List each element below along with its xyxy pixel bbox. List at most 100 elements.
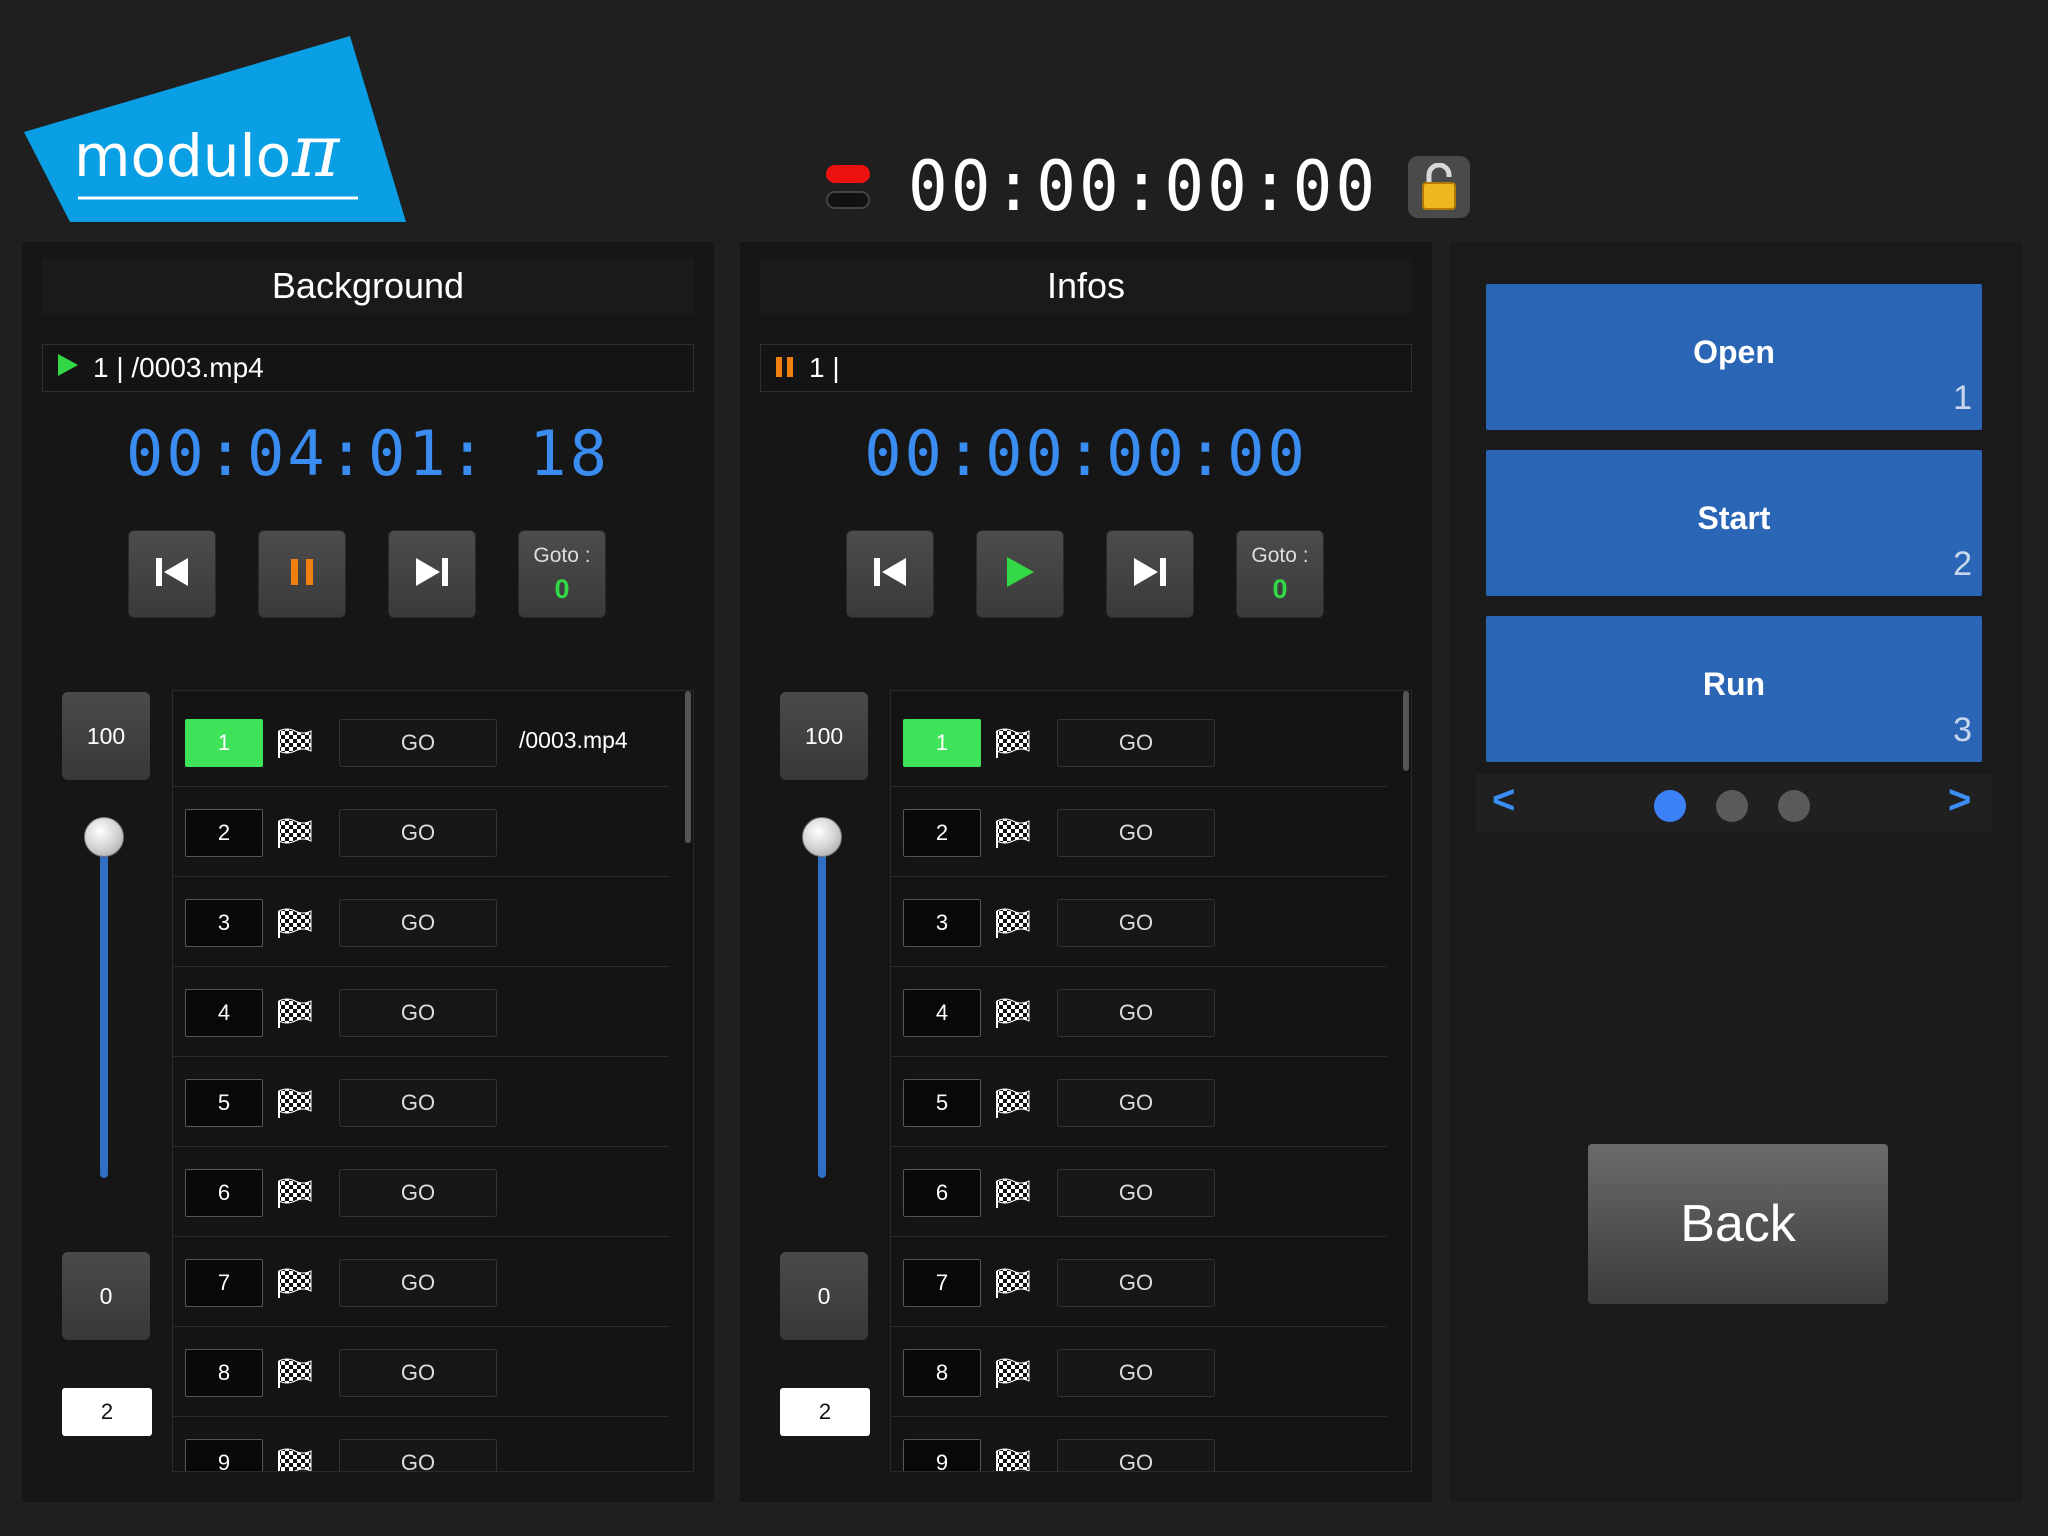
checkered-flag-icon [277,727,313,759]
global-timecode-bar: 00:00:00:00 [826,146,1471,227]
go-button[interactable]: GO [1057,1079,1215,1127]
checkered-flag-icon [277,997,313,1029]
cue-row: 9 GO [173,1417,669,1471]
go-button[interactable]: GO [339,899,497,947]
action-number: 3 [1953,711,1972,749]
go-button[interactable]: GO [1057,899,1215,947]
cue-list: 1 GO /0003.mp4 2 GO 3 GO 4 GO 5 GO 6 GO … [172,690,694,1472]
volume-max-button[interactable]: 100 [780,692,868,780]
cue-row: 3 GO [173,877,669,967]
volume-slider-handle[interactable] [84,817,124,857]
cue-number-button[interactable]: 5 [185,1079,263,1127]
cue-number-button[interactable]: 8 [185,1349,263,1397]
cue-row: 9 GO [891,1417,1387,1471]
back-button[interactable]: Back [1588,1144,1888,1304]
checkered-flag-icon [995,1177,1031,1209]
cue-number-button[interactable]: 5 [903,1079,981,1127]
cue-row: 1 GO /0003.mp4 [173,697,669,787]
go-button[interactable]: GO [339,1349,497,1397]
cue-list-scrollbar[interactable] [1403,691,1409,771]
cue-number-button[interactable]: 6 [903,1169,981,1217]
go-button[interactable]: GO [1057,1169,1215,1217]
unlocked-padlock-icon[interactable] [1408,156,1471,218]
action-button-run[interactable]: Run 3 [1486,616,1982,762]
cue-row: 5 GO [173,1057,669,1147]
checkered-flag-icon [277,1177,313,1209]
go-button[interactable]: GO [339,1439,497,1471]
go-button[interactable]: GO [1057,719,1215,767]
pause-button[interactable] [258,530,346,618]
go-button[interactable]: GO [339,1259,497,1307]
cue-number-button[interactable]: 9 [185,1439,263,1471]
cue-number-button[interactable]: 1 [903,719,981,767]
go-button[interactable]: GO [339,989,497,1037]
action-label: Run [1702,666,1766,702]
page-dot-3[interactable] [1778,790,1810,822]
skip-previous-icon [872,556,908,593]
panel-title: Background [42,258,694,314]
action-number: 1 [1953,379,1972,417]
action-label: Open [1693,334,1775,370]
checkered-flag-icon [277,817,313,849]
volume-min-button[interactable]: 0 [62,1252,150,1340]
global-timecode: 00:00:00:00 [908,146,1379,227]
skip-next-icon [1132,556,1168,593]
panel-title: Infos [760,258,1412,314]
go-button[interactable]: GO [1057,809,1215,857]
cue-row: 3 GO [891,877,1387,967]
volume-slider-handle[interactable] [802,817,842,857]
cue-number-button[interactable]: 1 [185,719,263,767]
go-button[interactable]: GO [339,719,497,767]
cue-row: 7 GO [891,1237,1387,1327]
volume-slider-track[interactable] [818,832,826,1178]
layer-panel-background: Background 1 | /0003.mp4 00:04:01: 18 Go… [22,242,714,1502]
cue-number-button[interactable]: 2 [903,809,981,857]
goto-button[interactable]: Goto : 0 [518,530,606,618]
cue-number-button[interactable]: 8 [903,1349,981,1397]
play-icon [57,352,79,384]
cue-number-button[interactable]: 7 [185,1259,263,1307]
page-dot-1[interactable] [1654,790,1686,822]
previous-page-button[interactable]: < [1492,778,1515,823]
cue-number-button[interactable]: 3 [903,899,981,947]
action-button-start[interactable]: Start 2 [1486,450,1982,596]
cue-row: 5 GO [891,1057,1387,1147]
cue-number-button[interactable]: 3 [185,899,263,947]
go-button[interactable]: GO [1057,1439,1215,1471]
next-page-button[interactable]: > [1948,778,1971,823]
pause-icon [775,352,795,384]
next-button[interactable] [1106,530,1194,618]
layer-number-field[interactable]: 2 [780,1388,870,1436]
goto-button[interactable]: Goto : 0 [1236,530,1324,618]
page-dot-2[interactable] [1716,790,1748,822]
cue-row: 8 GO [891,1327,1387,1417]
go-button[interactable]: GO [1057,1349,1215,1397]
play-button[interactable] [976,530,1064,618]
previous-button[interactable] [846,530,934,618]
go-button[interactable]: GO [1057,989,1215,1037]
cue-list-scrollbar[interactable] [685,691,691,843]
layer-number-field[interactable]: 2 [62,1388,152,1436]
checkered-flag-icon [995,907,1031,939]
cue-row: 6 GO [891,1147,1387,1237]
volume-slider-track[interactable] [100,832,108,1178]
cue-number-button[interactable]: 4 [185,989,263,1037]
volume-max-button[interactable]: 100 [62,692,150,780]
go-button[interactable]: GO [339,1169,497,1217]
cue-number-button[interactable]: 4 [903,989,981,1037]
next-button[interactable] [388,530,476,618]
cue-number-button[interactable]: 2 [185,809,263,857]
go-button[interactable]: GO [339,809,497,857]
action-button-open[interactable]: Open 1 [1486,284,1982,430]
cue-number-button[interactable]: 9 [903,1439,981,1471]
volume-min-button[interactable]: 0 [780,1252,868,1340]
go-button[interactable]: GO [1057,1259,1215,1307]
status-text: 1 | /0003.mp4 [93,352,264,383]
previous-button[interactable] [128,530,216,618]
cue-number-button[interactable]: 7 [903,1259,981,1307]
checkered-flag-icon [277,1087,313,1119]
cue-row: 7 GO [173,1237,669,1327]
go-button[interactable]: GO [339,1079,497,1127]
cue-number-button[interactable]: 6 [185,1169,263,1217]
goto-value: 0 [554,573,570,604]
